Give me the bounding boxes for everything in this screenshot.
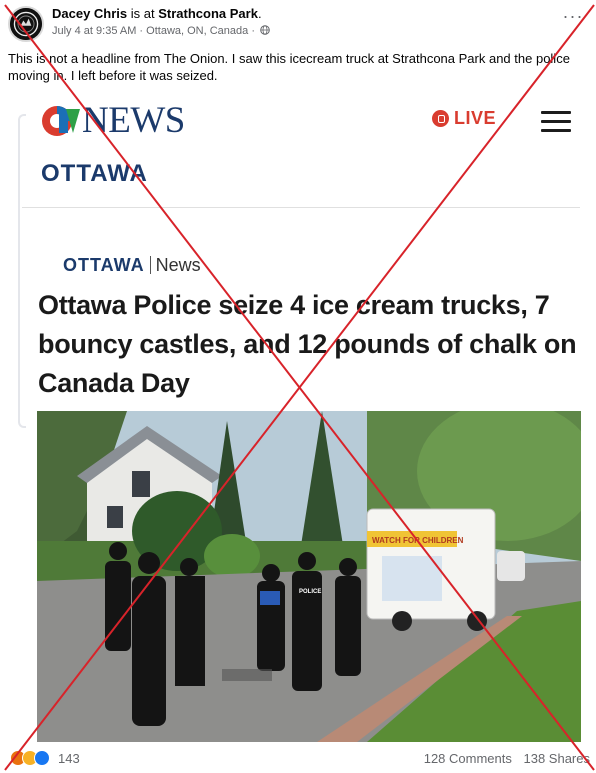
hamburger-menu-icon[interactable] bbox=[541, 111, 571, 133]
checkin-verb: is at bbox=[130, 6, 155, 21]
article-headline: Ottawa Police seize 4 ice cream trucks, … bbox=[38, 290, 577, 398]
article-photo: WATCH FOR CHILDREN POLICE bbox=[37, 411, 581, 742]
section-tag: OTTAWA News bbox=[63, 255, 201, 276]
author-line: Dacey Chris is at Strathcona Park. bbox=[52, 6, 262, 22]
quote-bracket bbox=[18, 114, 26, 428]
reaction-count[interactable]: 143 bbox=[58, 751, 80, 766]
truck-sign: WATCH FOR CHILDREN bbox=[372, 536, 464, 545]
post-text: This is not a headline from The Onion. I… bbox=[8, 51, 570, 83]
comments-count[interactable]: 128 Comments bbox=[424, 751, 512, 766]
shared-image[interactable]: NEWS LIVE OTTAWA OTTAWA News Ottawa Polic… bbox=[0, 94, 596, 742]
ctv-news-logo: NEWS bbox=[40, 101, 185, 141]
ctv-logo-icon bbox=[40, 103, 80, 139]
reactions[interactable]: 143 bbox=[10, 750, 80, 766]
checkin-place[interactable]: Strathcona Park bbox=[158, 6, 258, 21]
like-reaction-icon bbox=[34, 750, 50, 766]
section-name: News bbox=[155, 255, 201, 275]
reactions-bar: 143 128 Comments 138 Shares bbox=[0, 745, 596, 773]
period: . bbox=[257, 6, 262, 21]
live-icon bbox=[432, 110, 449, 127]
post-header: Dacey Chris is at Strathcona Park. July … bbox=[0, 0, 596, 44]
section-region: OTTAWA bbox=[63, 255, 145, 275]
live-button[interactable]: LIVE bbox=[432, 108, 496, 129]
region-title: OTTAWA bbox=[41, 160, 148, 187]
vest-label: POLICE bbox=[299, 589, 321, 595]
live-label: LIVE bbox=[454, 108, 497, 128]
shares-count[interactable]: 138 Shares bbox=[524, 751, 591, 766]
divider bbox=[22, 207, 580, 208]
author-name[interactable]: Dacey Chris bbox=[52, 6, 127, 21]
avatar[interactable] bbox=[8, 6, 44, 42]
engagement-stats: 128 Comments 138 Shares bbox=[424, 751, 590, 766]
post-meta: July 4 at 9:35 AM · Ottawa, ON, Canada · bbox=[52, 24, 270, 38]
globe-icon bbox=[260, 25, 270, 35]
more-options-icon[interactable]: ··· bbox=[562, 7, 584, 28]
post-timestamp-location[interactable]: July 4 at 9:35 AM · Ottawa, ON, Canada · bbox=[52, 25, 255, 37]
news-wordmark: NEWS bbox=[82, 100, 185, 141]
